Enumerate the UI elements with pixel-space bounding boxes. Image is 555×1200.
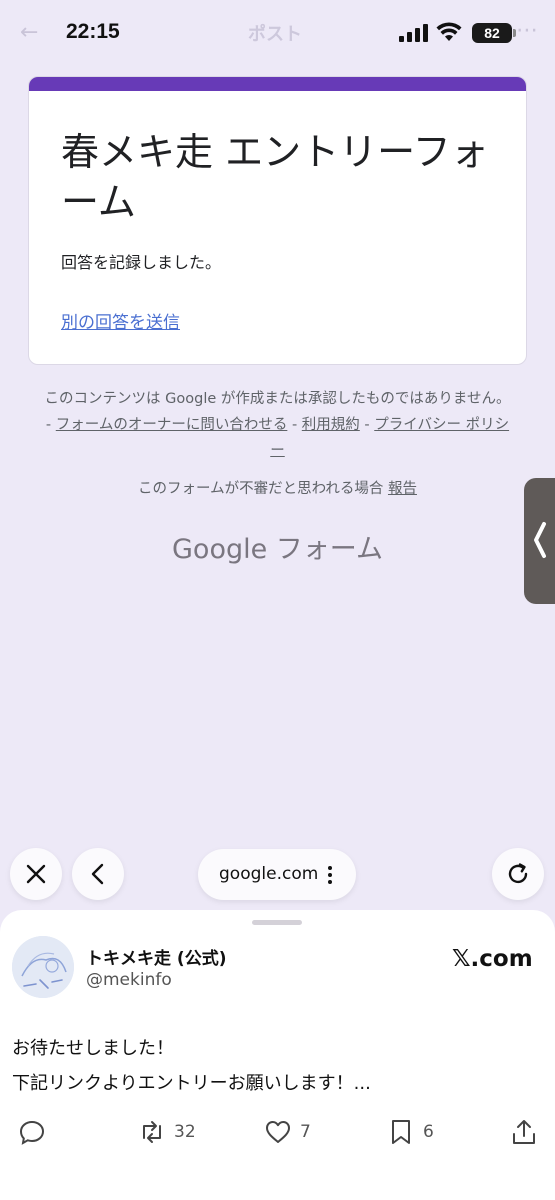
- side-panel-handle[interactable]: [524, 478, 555, 604]
- reply-icon: [19, 1120, 45, 1145]
- form-confirmation-card: 春メキ走 エントリーフォーム 回答を記録しました。 別の回答を送信: [28, 76, 527, 365]
- close-browser-button[interactable]: [10, 848, 62, 900]
- like-count: 7: [300, 1122, 311, 1142]
- x-logo: 𝕏.com: [452, 946, 533, 972]
- cellular-signal-icon: [399, 24, 428, 42]
- chevron-left-icon: [534, 522, 546, 558]
- retweet-icon: [143, 1121, 161, 1143]
- wifi-icon: [436, 22, 462, 41]
- url-bar[interactable]: google.com: [198, 849, 356, 900]
- chevron-left-icon: [91, 863, 104, 885]
- status-time: 22:15: [66, 20, 120, 43]
- user-handle: @mekinfo: [86, 970, 172, 990]
- post-text-line-1: お待たせしました！: [12, 1038, 174, 1059]
- report-text: このフォームが不審だと思われる場合: [138, 481, 388, 497]
- share-button[interactable]: [510, 1116, 538, 1148]
- contact-owner-link[interactable]: フォームのオーナーに問い合わせる: [56, 417, 288, 433]
- bookmark-icon: [392, 1120, 410, 1144]
- faded-page-title: ポスト: [248, 24, 302, 45]
- google-disclaimer: このコンテンツは Google が作成または承認したものではありません。 - フ…: [40, 386, 515, 464]
- retweet-button[interactable]: 32: [138, 1116, 196, 1148]
- battery-indicator: 82: [472, 23, 512, 43]
- like-button[interactable]: 7: [264, 1116, 311, 1148]
- report-link[interactable]: 報告: [388, 481, 417, 497]
- post-text-line-2: 下記リンクよりエントリーお願いします！...: [12, 1073, 371, 1094]
- faded-more-icon: ⋯: [516, 18, 538, 43]
- terms-link[interactable]: 利用規約: [302, 417, 360, 433]
- sheet-grabber[interactable]: [252, 920, 302, 925]
- bookmark-button[interactable]: 6: [387, 1116, 434, 1148]
- form-accent-bar: [29, 77, 526, 91]
- url-text: google.com: [219, 864, 319, 884]
- status-bar: ← ポスト ⋯ 22:15 82: [0, 0, 555, 68]
- report-line: このフォームが不審だと思われる場合 報告: [40, 477, 515, 498]
- bookmark-count: 6: [423, 1122, 434, 1142]
- faded-back-arrow-icon: ←: [20, 20, 39, 45]
- retweet-count: 32: [174, 1122, 196, 1142]
- form-title: 春メキ走 エントリーフォーム: [61, 130, 489, 224]
- avatar[interactable]: [12, 936, 74, 998]
- share-icon: [513, 1120, 535, 1144]
- heart-icon: [266, 1121, 290, 1143]
- display-name: トキメキ走 (公式): [86, 949, 227, 969]
- close-icon: [26, 864, 46, 884]
- form-confirmation-message: 回答を記録しました。: [61, 253, 222, 272]
- avatar-illustration: [12, 936, 74, 998]
- post-preview-sheet: トキメキ走 (公式) @mekinfo 𝕏.com お待たせしました！ 下記リン…: [0, 910, 555, 1200]
- more-vertical-icon[interactable]: [327, 865, 333, 885]
- disclaimer-separator: -: [359, 417, 375, 433]
- reply-button[interactable]: [18, 1116, 46, 1148]
- reload-icon: [508, 863, 528, 884]
- back-button[interactable]: [72, 848, 124, 900]
- reload-button[interactable]: [492, 848, 544, 900]
- submit-another-response-link[interactable]: 別の回答を送信: [61, 308, 180, 333]
- disclaimer-separator: -: [287, 417, 302, 433]
- battery-tip: [513, 29, 516, 37]
- google-forms-logo: Google フォーム: [172, 534, 383, 565]
